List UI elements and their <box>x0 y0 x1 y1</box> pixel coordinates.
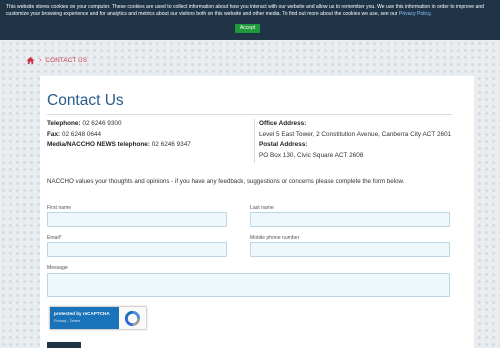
recaptcha-badge[interactable]: protected by reCAPTCHA Privacy - Terms <box>49 306 147 330</box>
media-telephone-label: Media/NACCHO NEWS telephone: <box>47 141 150 149</box>
telephone-label: Telephone: <box>47 120 81 127</box>
breadcrumb-separator: › <box>39 56 42 64</box>
fax-value: 02 6248 0644 <box>61 130 102 138</box>
office-address-value: Level 5 East Tower, 2 Constitution Avenu… <box>259 130 452 138</box>
privacy-policy-link[interactable]: Privacy Policy <box>399 11 430 17</box>
office-address-label: Office Address: <box>259 120 307 127</box>
telephone-value: 02 6246 9300 <box>82 120 122 127</box>
message-label: Message <box>47 265 68 271</box>
recaptcha-privacy-link[interactable]: Privacy <box>54 319 66 323</box>
accept-cookies-button[interactable]: Accept <box>235 24 260 33</box>
home-icon[interactable] <box>26 56 35 65</box>
recaptcha-label: protected by reCAPTCHA <box>54 311 110 316</box>
email-label: Email* <box>47 235 62 241</box>
fax-label: Fax: <box>47 130 61 138</box>
postal-address-value: PO Box 130, Civic Square ACT 2608 <box>259 152 364 160</box>
address-info: Office Address: Level 5 East Tower, 2 Co… <box>259 119 451 162</box>
media-telephone-value: 02 6246 9347 <box>151 141 191 149</box>
recaptcha-terms-link[interactable]: Terms <box>70 319 80 323</box>
page-title: Contact Us <box>47 92 124 109</box>
last-name-input[interactable] <box>250 212 450 227</box>
required-marker: * <box>59 235 62 241</box>
recaptcha-links: Privacy - Terms <box>54 319 80 323</box>
cookie-banner: This website stores cookies on your comp… <box>0 0 500 40</box>
message-textarea[interactable] <box>47 273 450 297</box>
recaptcha-logo-icon <box>124 310 141 327</box>
recaptcha-panel: protected by reCAPTCHA Privacy - Terms <box>50 307 119 329</box>
title-divider <box>47 114 452 115</box>
contact-card: Contact Us Telephone: 02 6246 9300 Fax: … <box>40 76 474 348</box>
last-name-label: Last name <box>250 205 274 211</box>
first-name-label: First name <box>47 205 72 211</box>
mobile-phone-label: Mobile phone number <box>250 235 300 241</box>
first-name-input[interactable] <box>47 212 227 227</box>
breadcrumb-current: CONTACT US <box>45 56 88 64</box>
cookie-banner-period: . <box>430 10 432 17</box>
form-intro: NACCHO values your thoughts and opinions… <box>47 178 405 185</box>
breadcrumb: › CONTACT US <box>26 55 87 65</box>
postal-address-label: Postal Address: <box>259 141 308 149</box>
mobile-phone-input[interactable] <box>250 242 450 257</box>
email-input[interactable] <box>47 242 227 257</box>
email-label-text: Email <box>47 235 60 241</box>
info-divider <box>254 119 255 163</box>
phone-info: Telephone: 02 6246 9300 Fax: 02 6248 064… <box>47 119 191 151</box>
submit-button[interactable] <box>47 342 81 348</box>
